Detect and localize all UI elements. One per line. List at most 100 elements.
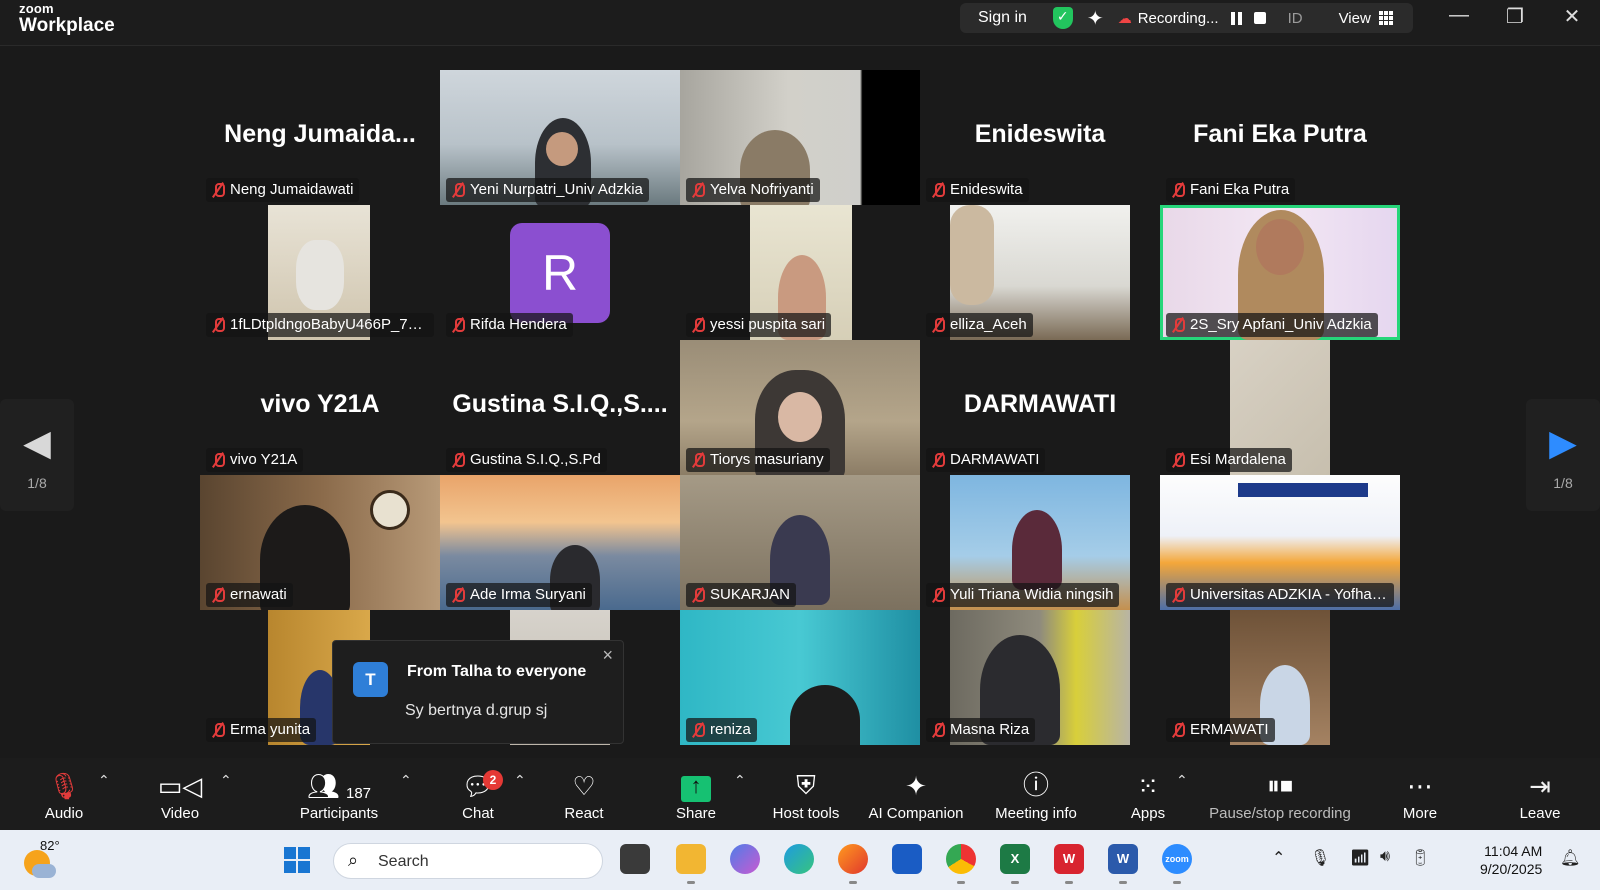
next-page-button[interactable]: ▶ 1/8 <box>1526 399 1600 511</box>
wps-office-icon[interactable]: W <box>1054 844 1084 884</box>
word-icon[interactable]: W <box>1108 844 1138 884</box>
ai-companion-button[interactable]: ✦ AI Companion <box>864 758 968 830</box>
meeting-info-button[interactable]: ⓘ Meeting info <box>988 758 1084 830</box>
video-tile[interactable]: ernawati <box>200 475 440 610</box>
muted-mic-icon <box>931 182 945 198</box>
participant-avatar: R <box>510 223 610 323</box>
video-gallery: ◀ 1/8 ▶ 1/8 Neng Jumaida... Neng Jumaida… <box>0 46 1600 758</box>
video-tile[interactable]: Yeni Nurpatri_Univ Adzkia <box>440 70 680 205</box>
video-tile[interactable]: Tiorys masuriany <box>680 340 920 475</box>
excel-icon[interactable]: X <box>1000 844 1030 884</box>
restore-icon[interactable]: ❐ <box>1500 4 1530 29</box>
participant-name-label: 1fLDtpldngoBabyU466P_701... <box>206 313 434 337</box>
video-tile[interactable]: Enideswita Enideswita <box>920 70 1160 205</box>
participant-name-label: Masna Riza <box>926 718 1036 742</box>
cloud-recording-icon: ☁ <box>1117 9 1132 26</box>
firefox-icon[interactable] <box>838 844 868 884</box>
show-hidden-icons-icon[interactable]: ⌃ <box>1272 848 1285 868</box>
more-button[interactable]: ⋯ More <box>1398 758 1442 830</box>
chat-button[interactable]: 💬︎ Chat <box>454 758 502 830</box>
video-tile[interactable]: R Rifda Hendera <box>440 205 680 340</box>
encryption-shield-icon[interactable] <box>1052 7 1073 29</box>
host-tools-button[interactable]: ⛨ Host tools <box>768 758 844 830</box>
participant-name-label: Esi Mardalena <box>1166 448 1292 472</box>
participant-name-label: Ade Irma Suryani <box>446 583 592 607</box>
close-icon[interactable]: × <box>602 645 613 666</box>
heart-icon: ♡ <box>572 771 596 801</box>
video-tile[interactable]: Fani Eka Putra Fani Eka Putra <box>1160 70 1400 205</box>
audio-options-caret[interactable]: ⌃ <box>98 772 110 789</box>
participants-button[interactable]: 👥︎ 187 Participants <box>294 758 384 830</box>
video-tile[interactable]: Universitas ADZKIA - Yofhan... <box>1160 475 1400 610</box>
microphone-tray-icon[interactable]: 🎙︎ <box>1310 848 1330 868</box>
video-tile[interactable]: Yelva Nofriyanti <box>680 70 920 205</box>
volume-icon[interactable]: 🔊︎ <box>1380 848 1390 866</box>
video-tile[interactable]: ERMAWATI <box>1160 610 1400 745</box>
file-explorer-icon[interactable] <box>676 844 706 884</box>
chat-options-caret[interactable]: ⌃ <box>514 772 526 789</box>
copilot-icon[interactable] <box>730 844 760 874</box>
notification-bell-icon[interactable]: 🔔︎ <box>1560 848 1580 868</box>
video-tile[interactable]: reniza <box>680 610 920 745</box>
info-icon: ⓘ <box>1022 770 1049 800</box>
muted-mic-icon <box>451 452 465 468</box>
system-clock[interactable]: 11:04 AM 9/20/2025 <box>1480 842 1542 878</box>
participant-name-label: elliza_Aceh <box>926 313 1033 337</box>
apps-options-caret[interactable]: ⌃ <box>1176 772 1188 789</box>
sign-in-link[interactable]: Sign in <box>978 9 1027 27</box>
edge-browser-icon[interactable] <box>784 844 814 874</box>
video-tile[interactable]: vivo Y21A vivo Y21A <box>200 340 440 475</box>
participants-options-caret[interactable]: ⌃ <box>400 772 412 789</box>
share-options-caret[interactable]: ⌃ <box>734 772 746 789</box>
video-tile[interactable]: yessi puspita sari <box>680 205 920 340</box>
meeting-id-button[interactable]: ID <box>1288 10 1303 27</box>
video-tile[interactable]: Gustina S.I.Q.,S.... Gustina S.I.Q.,S.Pd <box>440 340 680 475</box>
participant-name-label: Gustina S.I.Q.,S.Pd <box>446 448 607 472</box>
react-button[interactable]: ♡ React <box>560 758 608 830</box>
clock-time: 11:04 AM <box>1484 843 1543 859</box>
active-speaker-tile[interactable]: 2S_Sry Apfani_Univ Adzkia <box>1160 205 1400 340</box>
video-tile[interactable]: Esi Mardalena <box>1160 340 1400 475</box>
taskbar-search-input[interactable]: ⌕ Search <box>333 843 603 879</box>
ai-sparkle-icon[interactable]: ✦ <box>1087 6 1104 31</box>
tile-display-name: Enideswita <box>974 120 1106 148</box>
video-tile[interactable]: Neng Jumaida... Neng Jumaidawati <box>200 70 440 205</box>
zoom-app-icon[interactable]: zoom <box>1162 844 1192 884</box>
minimize-icon[interactable]: — <box>1444 4 1474 27</box>
chat-message: Sy bertnya d.grup sj <box>405 702 548 719</box>
grid-view-icon[interactable] <box>1378 11 1393 25</box>
video-options-caret[interactable]: ⌃ <box>220 772 232 789</box>
chrome-icon[interactable] <box>946 844 976 884</box>
video-tile[interactable]: SUKARJAN <box>680 475 920 610</box>
share-button[interactable]: Share <box>670 758 722 830</box>
task-view-icon[interactable] <box>620 844 650 874</box>
battery-icon[interactable]: 🔋︎ <box>1410 848 1430 868</box>
apps-button[interactable]: ⁙ Apps <box>1128 758 1168 830</box>
start-windows-icon[interactable] <box>284 847 310 873</box>
chat-notification[interactable]: T From Talha to everyone Sy bertnya d.gr… <box>332 640 624 744</box>
video-tile[interactable]: Ade Irma Suryani <box>440 475 680 610</box>
muted-mic-icon <box>691 317 705 333</box>
title-bar: zoom Workplace Sign in ✦ ☁ Recording... … <box>0 0 1600 46</box>
video-tile[interactable]: Masna Riza <box>920 610 1160 745</box>
wifi-icon[interactable]: 📶︎ <box>1350 848 1370 868</box>
view-button[interactable]: View <box>1339 10 1371 27</box>
previous-page-button[interactable]: ◀ 1/8 <box>0 399 74 511</box>
participant-name-label: Yelva Nofriyanti <box>686 178 820 202</box>
microsoft-store-icon[interactable] <box>892 844 922 874</box>
muted-mic-icon: 🎙︎ <box>47 771 81 801</box>
video-tile[interactable]: elliza_Aceh <box>920 205 1160 340</box>
audio-button[interactable]: 🎙︎ Audio <box>34 758 94 830</box>
video-tile[interactable]: Yuli Triana Widia ningsih <box>920 475 1160 610</box>
stop-recording-icon[interactable] <box>1253 12 1266 24</box>
leave-button[interactable]: ⇥ Leave <box>1518 758 1562 830</box>
muted-mic-icon <box>211 587 225 603</box>
close-window-icon[interactable]: ✕ <box>1557 4 1587 29</box>
video-button[interactable]: ▭◁ Video <box>148 758 212 830</box>
video-tile[interactable]: DARMAWATI DARMAWATI <box>920 340 1160 475</box>
participant-name-label: Neng Jumaidawati <box>206 178 360 202</box>
pause-stop-recording-button[interactable]: ⏸︎⏹︎ Pause/stop recording <box>1206 758 1354 830</box>
video-tile[interactable]: 1fLDtpldngoBabyU466P_701... <box>200 205 440 340</box>
participant-name-label: ERMAWATI <box>1166 718 1275 742</box>
pause-recording-icon[interactable] <box>1230 11 1242 25</box>
